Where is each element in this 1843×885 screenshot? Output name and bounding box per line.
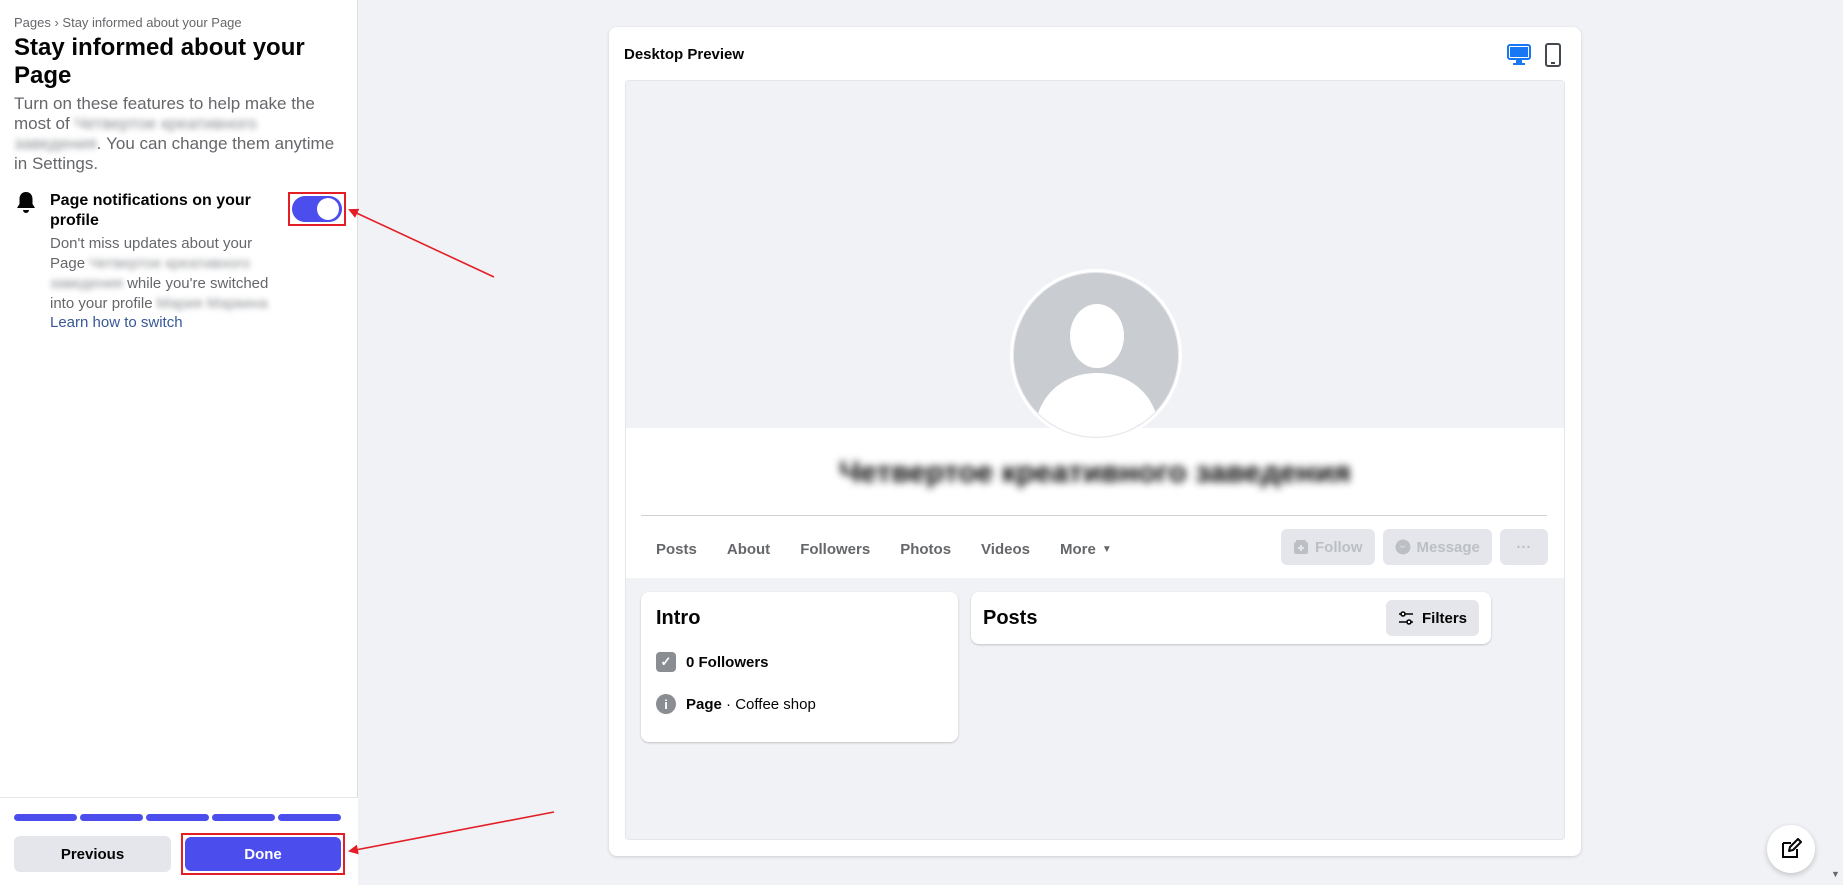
filters-icon — [1398, 611, 1413, 625]
tab-about[interactable]: About — [712, 529, 785, 569]
intro-text: Turn on these features to help make the … — [14, 94, 344, 174]
message-button[interactable]: Message — [1382, 529, 1492, 565]
edit-icon — [1782, 838, 1802, 858]
category-row: i Page · Coffee shop — [656, 694, 816, 714]
intro-card: Intro ✓ 0 Followers i Page · Coffee shop — [641, 592, 958, 742]
page-name: Четвертое креативного заведения — [839, 456, 1351, 489]
blurred-profile-name: Мария Маркина — [156, 295, 268, 312]
progress-step — [278, 814, 341, 821]
page-preview-frame: Четвертое креативного заведения Posts Ab… — [625, 80, 1565, 840]
mobile-icon[interactable] — [1545, 43, 1561, 67]
page-label: Page — [686, 695, 722, 713]
tab-posts[interactable]: Posts — [641, 529, 712, 569]
progress-bar — [14, 814, 341, 821]
done-highlight: Done — [181, 833, 345, 875]
header-divider — [641, 515, 1547, 516]
setup-sidebar: Pages › Stay informed about your Page St… — [0, 0, 358, 885]
tab-more[interactable]: More ▼ — [1045, 529, 1127, 569]
tab-videos[interactable]: Videos — [966, 529, 1045, 569]
intro-title: Intro — [656, 607, 701, 629]
posts-title: Posts — [983, 607, 1038, 629]
category-value: Coffee shop — [735, 695, 816, 713]
caret-down-icon: ▼ — [1101, 543, 1112, 555]
person-silhouette-icon — [1034, 304, 1160, 437]
done-button[interactable]: Done — [185, 837, 341, 871]
page-actions: Follow Message ··· — [1281, 529, 1548, 565]
feature-title: Page notifications on your profile — [50, 192, 251, 229]
toggle-knob — [317, 198, 339, 220]
bell-icon — [17, 192, 35, 213]
filters-label: Filters — [1421, 609, 1467, 627]
tab-followers[interactable]: Followers — [785, 529, 885, 569]
breadcrumb: Pages › Stay informed about your Page — [14, 15, 242, 30]
desktop-icon[interactable] — [1507, 44, 1531, 66]
toggle-highlight — [288, 192, 346, 226]
follow-icon — [1294, 540, 1308, 554]
page-title: Stay informed about your Page — [14, 34, 305, 89]
page-tabs: Posts About Followers Photos Videos More… — [641, 529, 1127, 569]
followers-row: ✓ 0 Followers — [656, 652, 769, 672]
category-separator: · — [721, 695, 736, 713]
progress-step — [80, 814, 143, 821]
follow-button[interactable]: Follow — [1281, 529, 1375, 565]
follow-label: Follow — [1315, 538, 1363, 556]
scroll-down-icon[interactable]: ▼ — [1831, 869, 1840, 879]
tab-more-label: More — [1059, 540, 1096, 558]
followers-icon: ✓ — [656, 652, 676, 672]
compose-button[interactable] — [1767, 825, 1815, 873]
message-label: Message — [1416, 538, 1480, 556]
more-options-button[interactable]: ··· — [1499, 529, 1548, 565]
progress-step — [14, 814, 77, 821]
progress-step — [212, 814, 275, 821]
annotation-arrow-done — [348, 811, 555, 855]
profile-picture-placeholder — [1013, 272, 1179, 438]
learn-how-to-switch-link[interactable]: Learn how to switch — [50, 314, 183, 331]
annotation-arrow-toggle — [348, 208, 495, 278]
progress-step — [146, 814, 209, 821]
posts-card: Posts Filters — [971, 592, 1491, 644]
avatar — [1010, 269, 1182, 441]
preview-title: Desktop Preview — [624, 46, 745, 63]
info-icon: i — [656, 694, 676, 714]
followers-count: 0 Followers — [686, 653, 769, 671]
page-notifications-toggle[interactable] — [292, 196, 342, 222]
category-text: Page · Coffee shop — [686, 696, 816, 713]
filters-button[interactable]: Filters — [1385, 600, 1479, 636]
previous-button[interactable]: Previous — [14, 836, 171, 872]
tab-photos[interactable]: Photos — [885, 529, 966, 569]
desktop-preview-card: Desktop Preview Четвертое креативного за… — [609, 27, 1581, 856]
feature-description: Don't miss updates about your Page Четве… — [50, 234, 280, 314]
setup-footer: Previous Done — [0, 797, 358, 885]
messenger-icon — [1395, 539, 1410, 555]
